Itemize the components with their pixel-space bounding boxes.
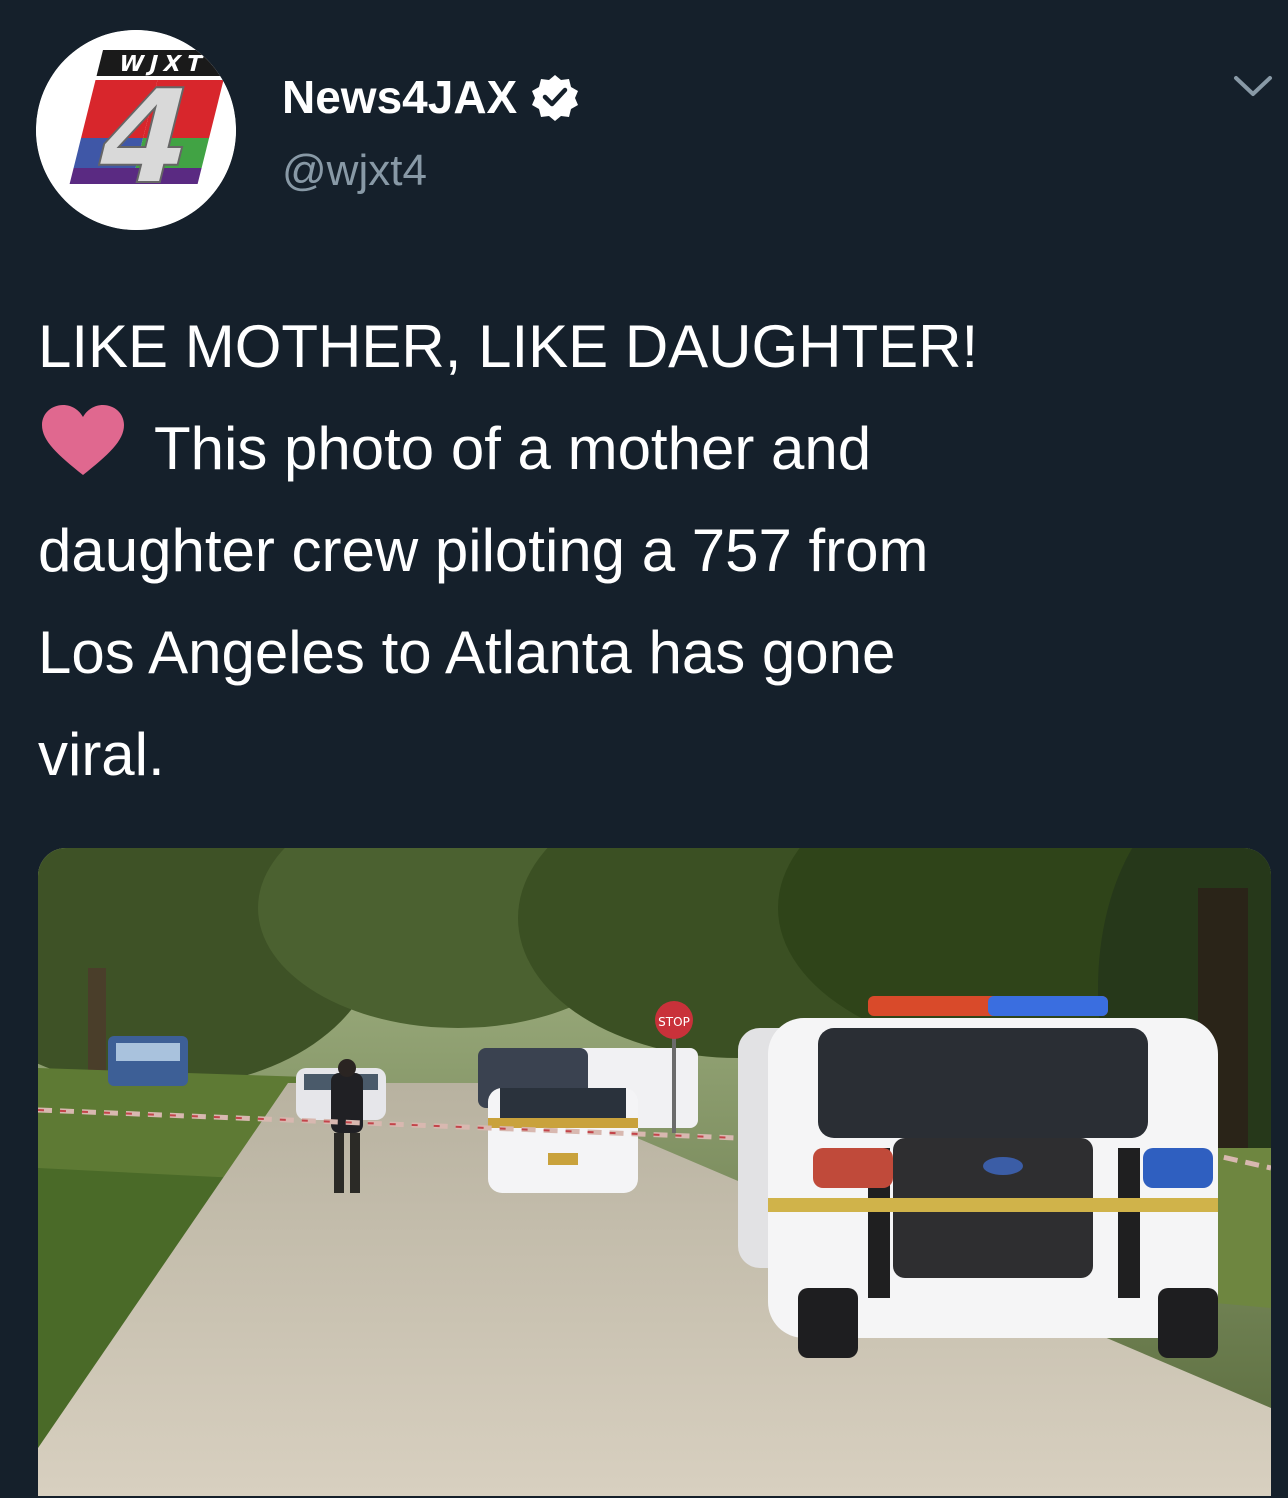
tweet-line-2: This photo of a mother and [38, 398, 1258, 500]
tweet-line-2-text: This photo of a mother and [154, 415, 872, 482]
tweet-text: LIKE MOTHER, LIKE DAUGHTER! This photo o… [38, 296, 1258, 806]
wjxt-logo: WJXT 4 [36, 30, 236, 230]
heart-icon [42, 405, 124, 475]
stop-sign-text: STOP [658, 1015, 690, 1029]
tweet-line-1: LIKE MOTHER, LIKE DAUGHTER! [38, 313, 979, 380]
chevron-down-icon[interactable] [1228, 70, 1278, 104]
account-name-row[interactable]: News4JAX [282, 70, 579, 124]
tweet-media-image[interactable]: STOP [38, 848, 1271, 1496]
avatar[interactable]: WJXT 4 [36, 30, 236, 230]
verified-badge-icon [532, 75, 579, 121]
tweet-line-5: viral. [38, 721, 165, 788]
police-scene-photo: STOP [38, 848, 1271, 1496]
account-handle[interactable]: @wjxt4 [282, 146, 427, 196]
display-name[interactable]: News4JAX [282, 70, 517, 124]
tweet-line-4: Los Angeles to Atlanta has gone [38, 619, 896, 686]
tweet-line-3: daughter crew piloting a 757 from [38, 517, 929, 584]
